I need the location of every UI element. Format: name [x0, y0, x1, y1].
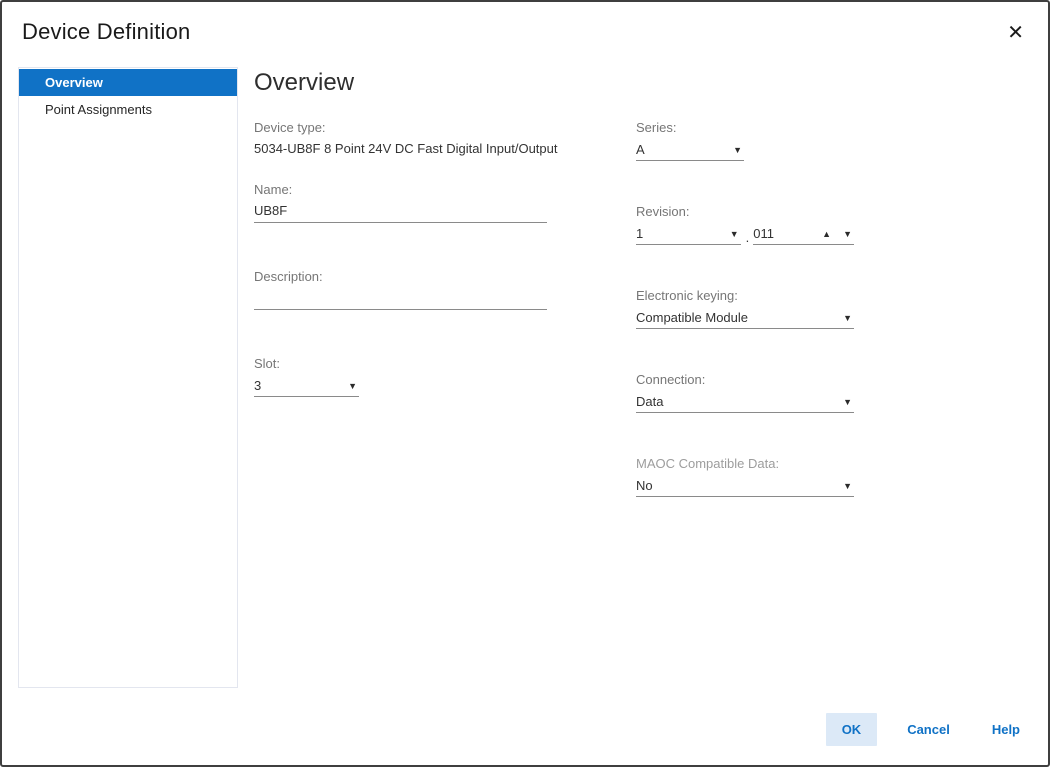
- cancel-button[interactable]: Cancel: [907, 722, 950, 737]
- maoc-compatible-data-value: No: [636, 478, 653, 493]
- connection-value: Data: [636, 394, 663, 409]
- device-type-label: Device type:: [254, 119, 547, 137]
- caret-down-icon[interactable]: ▼: [843, 229, 852, 239]
- chevron-down-icon: ▼: [843, 313, 854, 323]
- slot-label: Slot:: [254, 355, 547, 373]
- slot-field: Slot: 3 ▼: [254, 355, 547, 397]
- slot-select[interactable]: 3 ▼: [254, 375, 359, 397]
- caret-up-icon[interactable]: ▲: [822, 229, 831, 239]
- revision-minor-input[interactable]: 011 ▲ ▼: [753, 223, 854, 245]
- slot-value: 3: [254, 378, 261, 393]
- series-value: A: [636, 142, 645, 157]
- revision-minor-spinner: ▲ ▼: [822, 229, 854, 239]
- form-column-right: Series: A ▼ Revision: 1 ▼: [636, 119, 854, 539]
- series-select[interactable]: A ▼: [636, 139, 744, 161]
- maoc-compatible-data-label: MAOC Compatible Data:: [636, 455, 854, 473]
- description-label: Description:: [254, 268, 547, 286]
- sidebar-item-point-assignments[interactable]: Point Assignments: [19, 96, 237, 123]
- device-type-field: Device type: 5034-UB8F 8 Point 24V DC Fa…: [254, 119, 547, 159]
- electronic-keying-field: Electronic keying: Compatible Module ▼: [636, 287, 854, 329]
- electronic-keying-value: Compatible Module: [636, 310, 748, 325]
- dialog-footer: OK Cancel Help: [826, 713, 1020, 746]
- chevron-down-icon: ▼: [730, 229, 741, 239]
- revision-field: Revision: 1 ▼ . 011 ▲ ▼: [636, 203, 854, 245]
- main-panel: Overview Device type: 5034-UB8F 8 Point …: [238, 67, 1032, 688]
- electronic-keying-label: Electronic keying:: [636, 287, 854, 305]
- revision-major-value: 1: [636, 226, 643, 241]
- page-title: Overview: [254, 67, 1032, 99]
- revision-minor-value: 011: [753, 226, 774, 241]
- maoc-compatible-data-field: MAOC Compatible Data: No ▼: [636, 455, 854, 497]
- connection-label: Connection:: [636, 371, 854, 389]
- dialog-titlebar: Device Definition ✕: [2, 2, 1048, 65]
- form-columns: Device type: 5034-UB8F 8 Point 24V DC Fa…: [254, 119, 1032, 539]
- ok-button[interactable]: OK: [826, 713, 878, 746]
- chevron-down-icon: ▼: [348, 381, 359, 391]
- device-definition-dialog: Device Definition ✕ Overview Point Assig…: [0, 0, 1050, 767]
- connection-field: Connection: Data ▼: [636, 371, 854, 413]
- description-field: Description:: [254, 268, 547, 310]
- maoc-compatible-data-select[interactable]: No ▼: [636, 475, 854, 497]
- chevron-down-icon: ▼: [843, 397, 854, 407]
- chevron-down-icon: ▼: [733, 145, 744, 155]
- chevron-down-icon: ▼: [843, 481, 854, 491]
- name-input[interactable]: UB8F: [254, 201, 547, 223]
- help-button[interactable]: Help: [992, 722, 1020, 737]
- series-field: Series: A ▼: [636, 119, 854, 161]
- name-field: Name: UB8F: [254, 181, 547, 223]
- revision-label: Revision:: [636, 203, 854, 221]
- electronic-keying-select[interactable]: Compatible Module ▼: [636, 307, 854, 329]
- series-label: Series:: [636, 119, 854, 137]
- sidebar: Overview Point Assignments: [18, 67, 238, 688]
- description-input[interactable]: [254, 288, 547, 310]
- form-column-left: Device type: 5034-UB8F 8 Point 24V DC Fa…: [254, 119, 547, 539]
- close-icon[interactable]: ✕: [1003, 21, 1028, 45]
- revision-major-select[interactable]: 1 ▼: [636, 223, 741, 245]
- device-type-value: 5034-UB8F 8 Point 24V DC Fast Digital In…: [254, 139, 547, 159]
- connection-select[interactable]: Data ▼: [636, 391, 854, 413]
- dialog-body: Overview Point Assignments Overview Devi…: [2, 65, 1048, 688]
- revision-separator: .: [741, 231, 754, 245]
- sidebar-item-overview[interactable]: Overview: [19, 69, 237, 96]
- dialog-title: Device Definition: [22, 19, 190, 45]
- revision-row: 1 ▼ . 011 ▲ ▼: [636, 221, 854, 245]
- name-label: Name:: [254, 181, 547, 199]
